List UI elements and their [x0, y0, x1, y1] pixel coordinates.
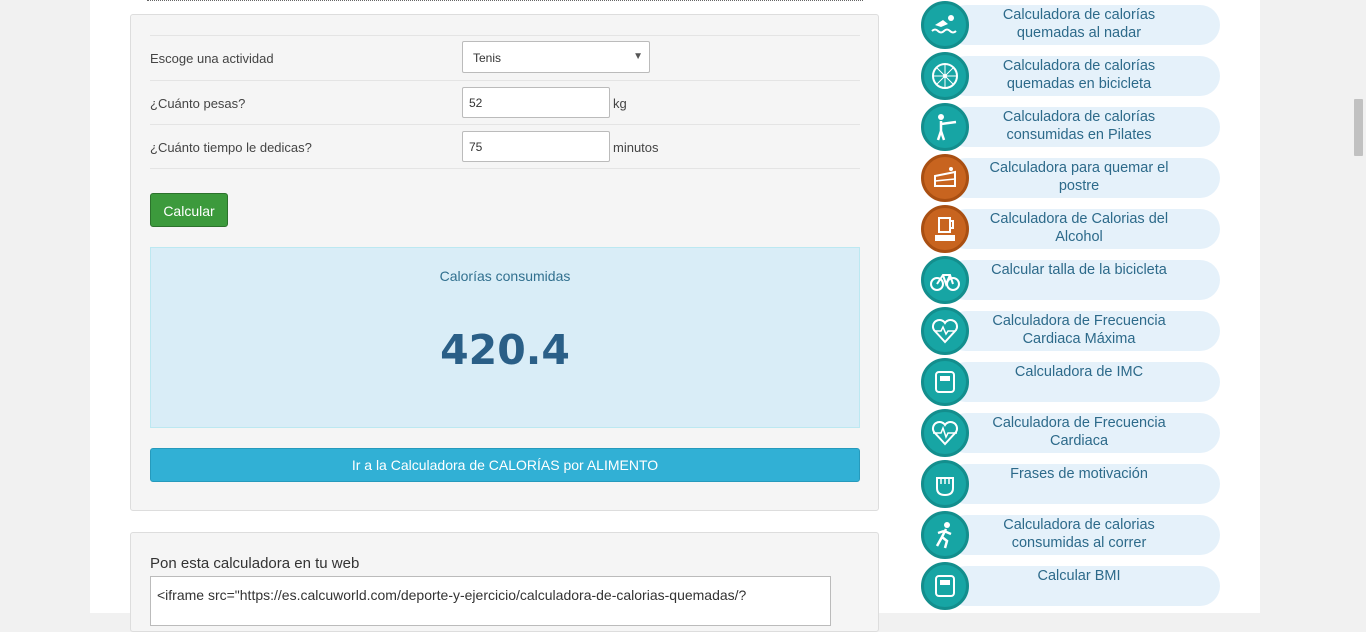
sidebar-item-label: Calculadora para quemar el postre — [989, 160, 1169, 194]
sidebar-item-label: Calculadora de IMC — [1014, 364, 1144, 380]
wheel-icon — [921, 52, 969, 100]
sidebar-item-label: Calculadora de calorias consumidas al cor… — [1003, 517, 1155, 551]
time-unit: minutos — [613, 140, 659, 155]
sidebar-item-label: Calculadora de calorías quemadas en bicic… — [1002, 58, 1156, 92]
cake-icon — [921, 154, 969, 202]
sidebar-item-label: Calculadora de calorías consumidas en Pil… — [1002, 109, 1156, 143]
weight-unit: kg — [613, 96, 627, 111]
activity-select[interactable]: Tenis ▼ — [462, 41, 650, 73]
food-calculator-button[interactable]: Ir a la Calculadora de CALORÍAS por ALIM… — [150, 448, 860, 482]
sidebar-item-swimming[interactable]: Calculadora de calorías quemadas al nadar — [920, 0, 1220, 51]
activity-select-value: Tenis — [473, 51, 502, 65]
vertical-scrollbar[interactable] — [1350, 0, 1366, 613]
runner-icon — [921, 511, 969, 559]
sidebar-item-label: Calcular BMI — [1037, 568, 1121, 584]
sidebar-item-label: Frases de motivación — [1010, 466, 1148, 482]
bicycle-icon — [921, 256, 969, 304]
time-label: ¿Cuánto tiempo le dedicas? — [150, 140, 312, 155]
sidebar-item-cycling[interactable]: Calculadora de calorías quemadas en bicic… — [920, 51, 1220, 102]
sidebar-item-imc[interactable]: Calculadora de IMC — [920, 357, 1220, 408]
weight-label: ¿Cuánto pesas? — [150, 96, 246, 111]
dropdown-caret-icon: ▼ — [633, 51, 643, 62]
swimmer-icon — [921, 1, 969, 49]
sidebar-item-label: Calculadora de Frecuencia Cardiaca — [992, 415, 1166, 449]
sidebar-item-bmi[interactable]: Calcular BMI — [920, 561, 1220, 612]
divider — [150, 168, 860, 169]
scale-imc-icon — [921, 358, 969, 406]
pilates-icon — [921, 103, 969, 151]
sidebar-item-label: Calculadora de calorías quemadas al nadar — [1002, 7, 1156, 41]
sidebar-item-heart-rate[interactable]: Calculadora de Frecuencia Cardiaca — [920, 408, 1220, 459]
fist-icon — [921, 460, 969, 508]
beer-kcal-icon — [921, 205, 969, 253]
sidebar-item-label: Calculadora de Frecuencia Cardiaca Máxima — [992, 313, 1166, 347]
scale-bmi-icon — [921, 562, 969, 610]
sidebar-item-pilates[interactable]: Calculadora de calorías consumidas en Pil… — [920, 102, 1220, 153]
calculate-button[interactable]: Calcular — [150, 193, 228, 227]
sidebar-item-alcohol[interactable]: Calculadora de Calorias del Alcohol — [920, 204, 1220, 255]
result-box: Calorías consumidas 420.4 — [150, 247, 860, 428]
sidebar-item-dessert[interactable]: Calculadora para quemar el postre — [920, 153, 1220, 204]
time-input[interactable]: 75 — [462, 131, 610, 162]
weight-input[interactable]: 52 — [462, 87, 610, 118]
sidebar-item-bike-size[interactable]: Calcular talla de la bicicleta — [920, 255, 1220, 306]
divider — [147, 0, 863, 2]
heart-rate-icon — [921, 409, 969, 457]
result-value: 420.4 — [440, 326, 570, 374]
sidebar-item-running[interactable]: Calculadora de calorias consumidas al cor… — [920, 510, 1220, 561]
embed-title: Pon esta calculadora en tu web — [150, 555, 360, 572]
embed-code-field[interactable]: <iframe src="https://es.calcuworld.com/d… — [150, 576, 831, 626]
heart-max-icon — [921, 307, 969, 355]
sidebar-item-label: Calcular talla de la bicicleta — [991, 262, 1167, 278]
sidebar-item-label: Calculadora de Calorias del Alcohol — [989, 211, 1169, 245]
sidebar-item-motivation[interactable]: Frases de motivación — [920, 459, 1220, 510]
activity-label: Escoge una actividad — [150, 51, 274, 66]
sidebar-item-max-heart-rate[interactable]: Calculadora de Frecuencia Cardiaca Máxima — [920, 306, 1220, 357]
scrollbar-thumb[interactable] — [1354, 99, 1363, 156]
calculator-panel: Escoge una actividad Tenis ▼ ¿Cuánto pes… — [130, 14, 879, 511]
embed-panel: Pon esta calculadora en tu web <iframe s… — [130, 532, 879, 632]
result-title: Calorías consumidas — [439, 268, 571, 284]
